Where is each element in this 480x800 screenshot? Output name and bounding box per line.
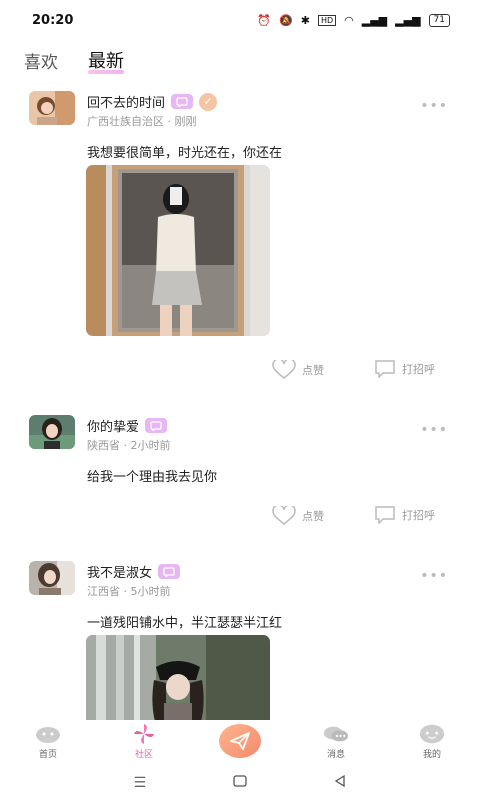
mute-icon: 🔕 [279,13,293,27]
nav-post[interactable] [192,720,288,765]
post-photo[interactable] [86,635,270,720]
post-content: 我想要很简单，时光还在，你还在 [87,146,283,161]
bluetooth-icon: ✱ [300,13,310,27]
message-badge[interactable] [145,418,168,433]
feed[interactable]: 回不去的时间 ✓ 广西壮族自治区 · 刚刚 ••• 我想要很简单，时光还在，你还… [0,80,480,720]
battery-icon: 71 [428,13,450,27]
menu-icon[interactable]: ☰ [134,775,147,791]
paper-plane-icon [219,724,261,758]
more-icon[interactable]: ••• [420,422,448,438]
post-header: 回不去的时间 ✓ [87,92,218,111]
post-content: 给我一个理由我去见你 [87,470,218,485]
post-header: 我不是淑女 [87,562,181,581]
nav-me-label: 我的 [422,750,441,760]
post-content: 一道残阳铺水中，半江瑟瑟半江红 [87,616,283,631]
user-name[interactable]: 回不去的时间 [87,92,165,111]
signal-icon: ▂▄▆ [361,13,388,27]
home-square-icon[interactable] [233,774,247,791]
chat-icon [375,360,395,378]
like-label: 点赞 [302,364,324,377]
wifi-icon: ◠ [344,13,354,27]
nav-community[interactable]: 社区 [96,720,192,765]
tab-like[interactable]: 喜欢 [24,48,58,73]
chat-icon [375,506,395,524]
hd-icon: HD [317,14,337,26]
avatar[interactable] [29,91,75,125]
chat-bubbles-icon [323,724,349,744]
greet-button[interactable]: 打招呼 [374,360,435,378]
heart-icon [272,506,296,525]
status-icons: ⏰ 🔕 ✱ HD ◠ ▂▄▆ ▂▄▆ 71 [257,13,450,27]
more-icon[interactable]: ••• [420,568,448,584]
signal-icon-2: ▂▄▆ [395,13,421,27]
post-meta: 广西壮族自治区 · 刚刚 [87,115,197,128]
feed-tabs: 喜欢 最新 [0,40,480,80]
back-icon[interactable] [334,774,346,791]
system-nav: ☰ [0,765,480,800]
alarm-icon: ⏰ [257,13,272,27]
nav-community-label: 社区 [134,750,153,760]
bottom-nav: 首页 社区 消息 我的 [0,720,480,765]
message-badge[interactable] [158,564,181,579]
home-icon [35,724,61,744]
post-meta: 陕西省 · 2小时前 [87,439,171,452]
post-meta: 江西省 · 5小时前 [87,585,171,598]
like-button[interactable]: 点赞 [272,360,324,380]
avatar[interactable] [29,415,75,449]
tab-latest[interactable]: 最新 [88,47,124,74]
like-button[interactable]: 点赞 [272,506,324,526]
nav-messages-label: 消息 [326,750,345,760]
status-time: 20:20 [32,12,74,28]
nav-me[interactable]: 我的 [384,720,480,765]
user-name[interactable]: 我不是淑女 [87,562,152,581]
more-icon[interactable]: ••• [420,98,448,114]
avatar[interactable] [29,561,75,595]
heart-icon [272,360,296,379]
post-photo[interactable] [86,165,270,336]
greet-button[interactable]: 打招呼 [374,506,435,524]
post-header: 你的挚爱 [87,416,168,435]
pinwheel-icon [131,724,157,744]
greet-label: 打招呼 [402,363,435,376]
status-bar: 20:20 ⏰ 🔕 ✱ HD ◠ ▂▄▆ ▂▄▆ 71 [0,0,480,40]
greet-label: 打招呼 [402,509,435,522]
verified-badge-icon: ✓ [199,92,218,111]
nav-messages[interactable]: 消息 [288,720,384,765]
message-badge[interactable] [171,94,194,109]
nav-home[interactable]: 首页 [0,720,96,765]
like-label: 点赞 [302,510,324,523]
face-icon [419,724,445,744]
user-name[interactable]: 你的挚爱 [87,416,139,435]
nav-home-label: 首页 [38,750,57,760]
